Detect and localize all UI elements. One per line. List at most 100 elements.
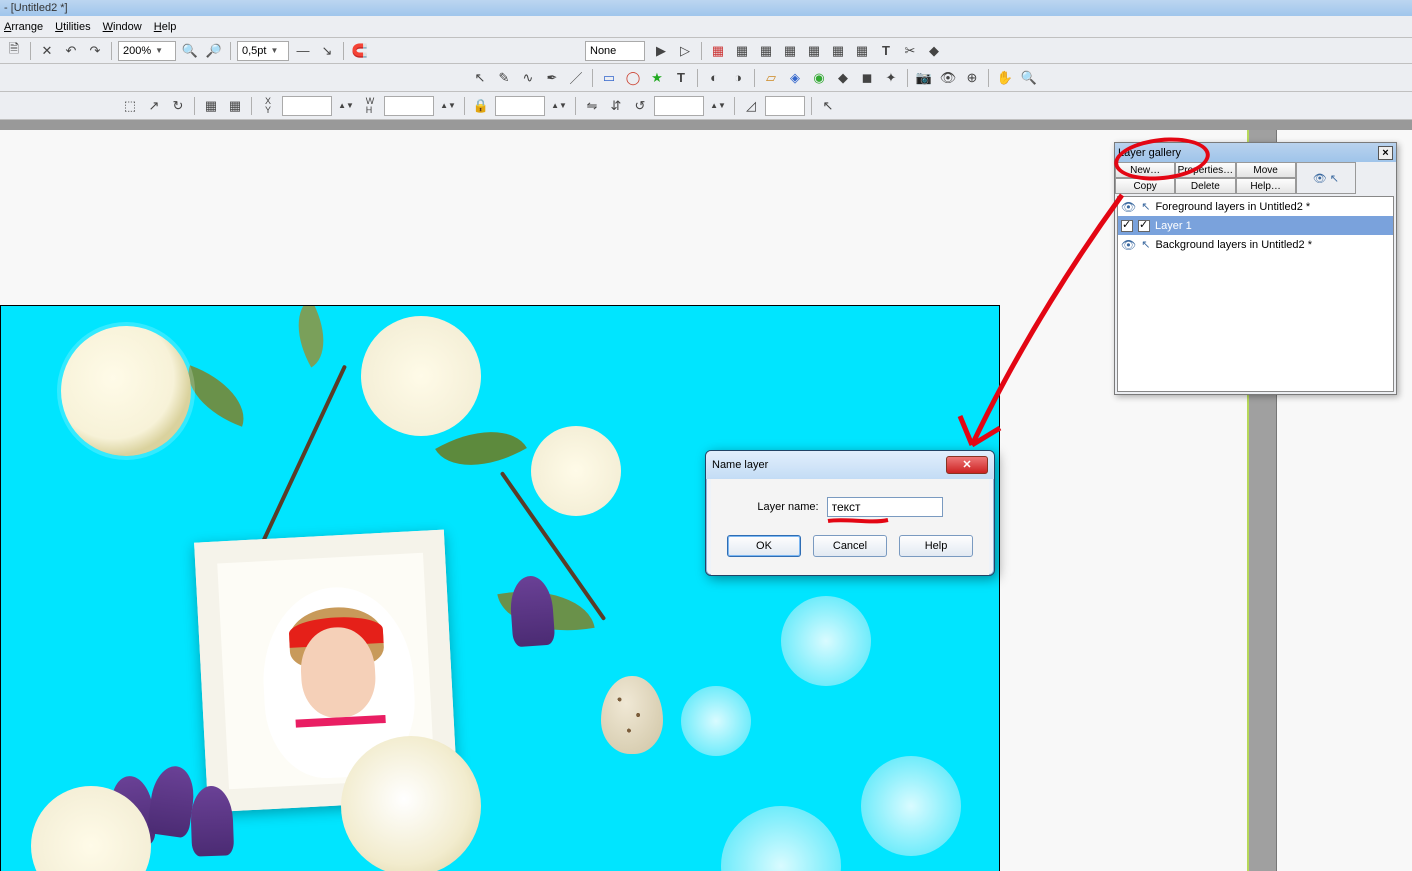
eye-icon[interactable]: 👁 bbox=[1121, 200, 1136, 214]
zoom-prev-icon[interactable]: 🔍 bbox=[180, 41, 200, 61]
edit-arrow-icon[interactable]: ↖ bbox=[1141, 238, 1150, 251]
contour-tool-icon[interactable]: ◈ bbox=[785, 68, 805, 88]
shape-tool-icon[interactable]: ∿ bbox=[518, 68, 538, 88]
flip-v-icon[interactable]: ⇵ bbox=[606, 96, 626, 116]
linestyle-combo[interactable]: None bbox=[585, 41, 645, 61]
show-grid-icon[interactable]: ▦ bbox=[201, 96, 221, 116]
shadow-tool-icon[interactable]: ◼ bbox=[857, 68, 877, 88]
play-icon[interactable]: ▶ bbox=[651, 41, 671, 61]
delete-button[interactable]: Delete bbox=[1175, 178, 1235, 194]
color-gallery-icon[interactable]: ▦ bbox=[708, 41, 728, 61]
angle-spinner-icon[interactable]: ▲▼ bbox=[708, 96, 728, 116]
push-tool-icon[interactable]: ✋ bbox=[995, 68, 1015, 88]
photo-tool-icon[interactable]: 📷 bbox=[914, 68, 934, 88]
new-layer-button[interactable]: New… bbox=[1115, 162, 1175, 178]
zoom-combo[interactable]: 200%▼ bbox=[118, 41, 176, 61]
line-style-icon[interactable]: — bbox=[293, 41, 313, 61]
freehand-tool-icon[interactable]: ✎ bbox=[494, 68, 514, 88]
delete-icon[interactable]: ✕ bbox=[37, 41, 57, 61]
layer-gallery-panel[interactable]: Layer gallery × New… Properties… Move 👁 … bbox=[1114, 142, 1397, 395]
layer-label: Layer 1 bbox=[1155, 220, 1192, 232]
rect-tool-icon[interactable]: ▭ bbox=[599, 68, 619, 88]
design-gallery-icon[interactable]: ◆ bbox=[924, 41, 944, 61]
redo-icon[interactable]: ↷ bbox=[85, 41, 105, 61]
scale-combo[interactable] bbox=[495, 96, 545, 116]
bevel-tool-icon[interactable]: ◆ bbox=[833, 68, 853, 88]
angle-combo[interactable] bbox=[654, 96, 704, 116]
arrow-end-icon[interactable]: ↘ bbox=[317, 41, 337, 61]
step-icon[interactable]: ▷ bbox=[675, 41, 695, 61]
edit-arrow-icon[interactable]: ↖ bbox=[1141, 200, 1150, 213]
edit-handles-icon[interactable]: ↗ bbox=[144, 96, 164, 116]
menu-help[interactable]: Help bbox=[154, 21, 177, 33]
copy-button[interactable]: Copy bbox=[1115, 178, 1175, 194]
menu-window[interactable]: Window bbox=[103, 21, 142, 33]
scale-line-icon[interactable]: ↖ bbox=[818, 96, 838, 116]
menu-utilities[interactable]: Utilities bbox=[55, 21, 90, 33]
layer-gallery-titlebar[interactable]: Layer gallery × bbox=[1115, 143, 1396, 162]
menu-arrange[interactable]: Arrange bbox=[4, 21, 43, 33]
skew-combo[interactable] bbox=[765, 96, 805, 116]
pen-tool-icon[interactable]: ✒ bbox=[542, 68, 562, 88]
help-button[interactable]: Help bbox=[899, 535, 973, 557]
visible-checkbox[interactable] bbox=[1121, 220, 1133, 232]
properties-button[interactable]: Properties… bbox=[1175, 162, 1235, 178]
cancel-button[interactable]: Cancel bbox=[813, 535, 887, 557]
help-button[interactable]: Help… bbox=[1236, 178, 1296, 194]
frame-gallery-icon[interactable]: ▦ bbox=[828, 41, 848, 61]
font-gallery-icon[interactable]: T bbox=[876, 41, 896, 61]
skew-icon[interactable]: ◿ bbox=[741, 96, 761, 116]
editable-checkbox[interactable] bbox=[1138, 220, 1150, 232]
line-tool-icon[interactable]: ／ bbox=[566, 68, 586, 88]
transparency-tool-icon[interactable]: ◑ bbox=[728, 68, 748, 88]
select-mode-icon[interactable]: ⬚ bbox=[120, 96, 140, 116]
liveeffect-tool-icon[interactable]: ✦ bbox=[881, 68, 901, 88]
stroke-combo[interactable]: 0,5pt▼ bbox=[237, 41, 289, 61]
canvas[interactable] bbox=[0, 305, 1000, 871]
fill-gallery-icon[interactable]: ▦ bbox=[852, 41, 872, 61]
wh-label-icon: WH bbox=[360, 96, 380, 116]
close-icon[interactable]: × bbox=[1378, 146, 1393, 160]
line-gallery-icon[interactable]: ▦ bbox=[780, 41, 800, 61]
rotate-ccw-icon[interactable]: ↺ bbox=[630, 96, 650, 116]
layer-item-layer1[interactable]: Layer 1 bbox=[1118, 216, 1393, 235]
save-all-icon[interactable]: 🗎 bbox=[4, 41, 24, 61]
name-gallery-icon[interactable]: ▦ bbox=[804, 41, 824, 61]
ok-button[interactable]: OK bbox=[727, 535, 801, 557]
redeye-tool-icon[interactable]: 👁 bbox=[938, 68, 958, 88]
w-spinner-icon[interactable]: ▲▼ bbox=[438, 96, 458, 116]
lock-aspect-icon[interactable]: 🔒 bbox=[471, 96, 491, 116]
w-size[interactable] bbox=[384, 96, 434, 116]
zoom-tool-icon[interactable]: 🔍 bbox=[1019, 68, 1039, 88]
layer-list[interactable]: 👁 ↖ Foreground layers in Untitled2 * Lay… bbox=[1117, 196, 1394, 392]
x-position[interactable] bbox=[282, 96, 332, 116]
eye-icon[interactable]: 👁 bbox=[1121, 238, 1136, 252]
clip-gallery-icon[interactable]: ✂ bbox=[900, 41, 920, 61]
dialog-titlebar[interactable]: Name layer ✕ bbox=[706, 451, 994, 479]
layer-gallery-icon[interactable]: ▦ bbox=[732, 41, 752, 61]
rotate-handles-icon[interactable]: ↻ bbox=[168, 96, 188, 116]
text-tool-icon[interactable]: T bbox=[671, 68, 691, 88]
move-button[interactable]: Move bbox=[1236, 162, 1296, 178]
undo-icon[interactable]: ↶ bbox=[61, 41, 81, 61]
layer-group-foreground[interactable]: 👁 ↖ Foreground layers in Untitled2 * bbox=[1118, 197, 1393, 216]
mould-tool-icon[interactable]: ▱ bbox=[761, 68, 781, 88]
zoom-fit-icon[interactable]: 🔎 bbox=[204, 41, 224, 61]
scale-spinner-icon[interactable]: ▲▼ bbox=[549, 96, 569, 116]
bitmap-gallery-icon[interactable]: ▦ bbox=[756, 41, 776, 61]
snap-grid-icon[interactable]: ▦ bbox=[225, 96, 245, 116]
layer-name-input[interactable] bbox=[827, 497, 943, 517]
fill-tool-icon[interactable]: ◐ bbox=[704, 68, 724, 88]
name-layer-dialog[interactable]: Name layer ✕ Layer name: OK Cancel Help bbox=[705, 450, 995, 576]
close-icon[interactable]: ✕ bbox=[946, 456, 988, 474]
layer-group-background[interactable]: 👁 ↖ Background layers in Untitled2 * bbox=[1118, 235, 1393, 254]
zoom-value: 200% bbox=[123, 45, 151, 57]
flip-h-icon[interactable]: ⇋ bbox=[582, 96, 602, 116]
ellipse-tool-icon[interactable]: ◯ bbox=[623, 68, 643, 88]
x-spinner-icon[interactable]: ▲▼ bbox=[336, 96, 356, 116]
snap-icon[interactable]: 🧲 bbox=[350, 41, 370, 61]
blend-tool-icon[interactable]: ◉ bbox=[809, 68, 829, 88]
quickshape-tool-icon[interactable]: ★ bbox=[647, 68, 667, 88]
selector-tool-icon[interactable]: ↖ bbox=[470, 68, 490, 88]
clone-tool-icon[interactable]: ⊕ bbox=[962, 68, 982, 88]
